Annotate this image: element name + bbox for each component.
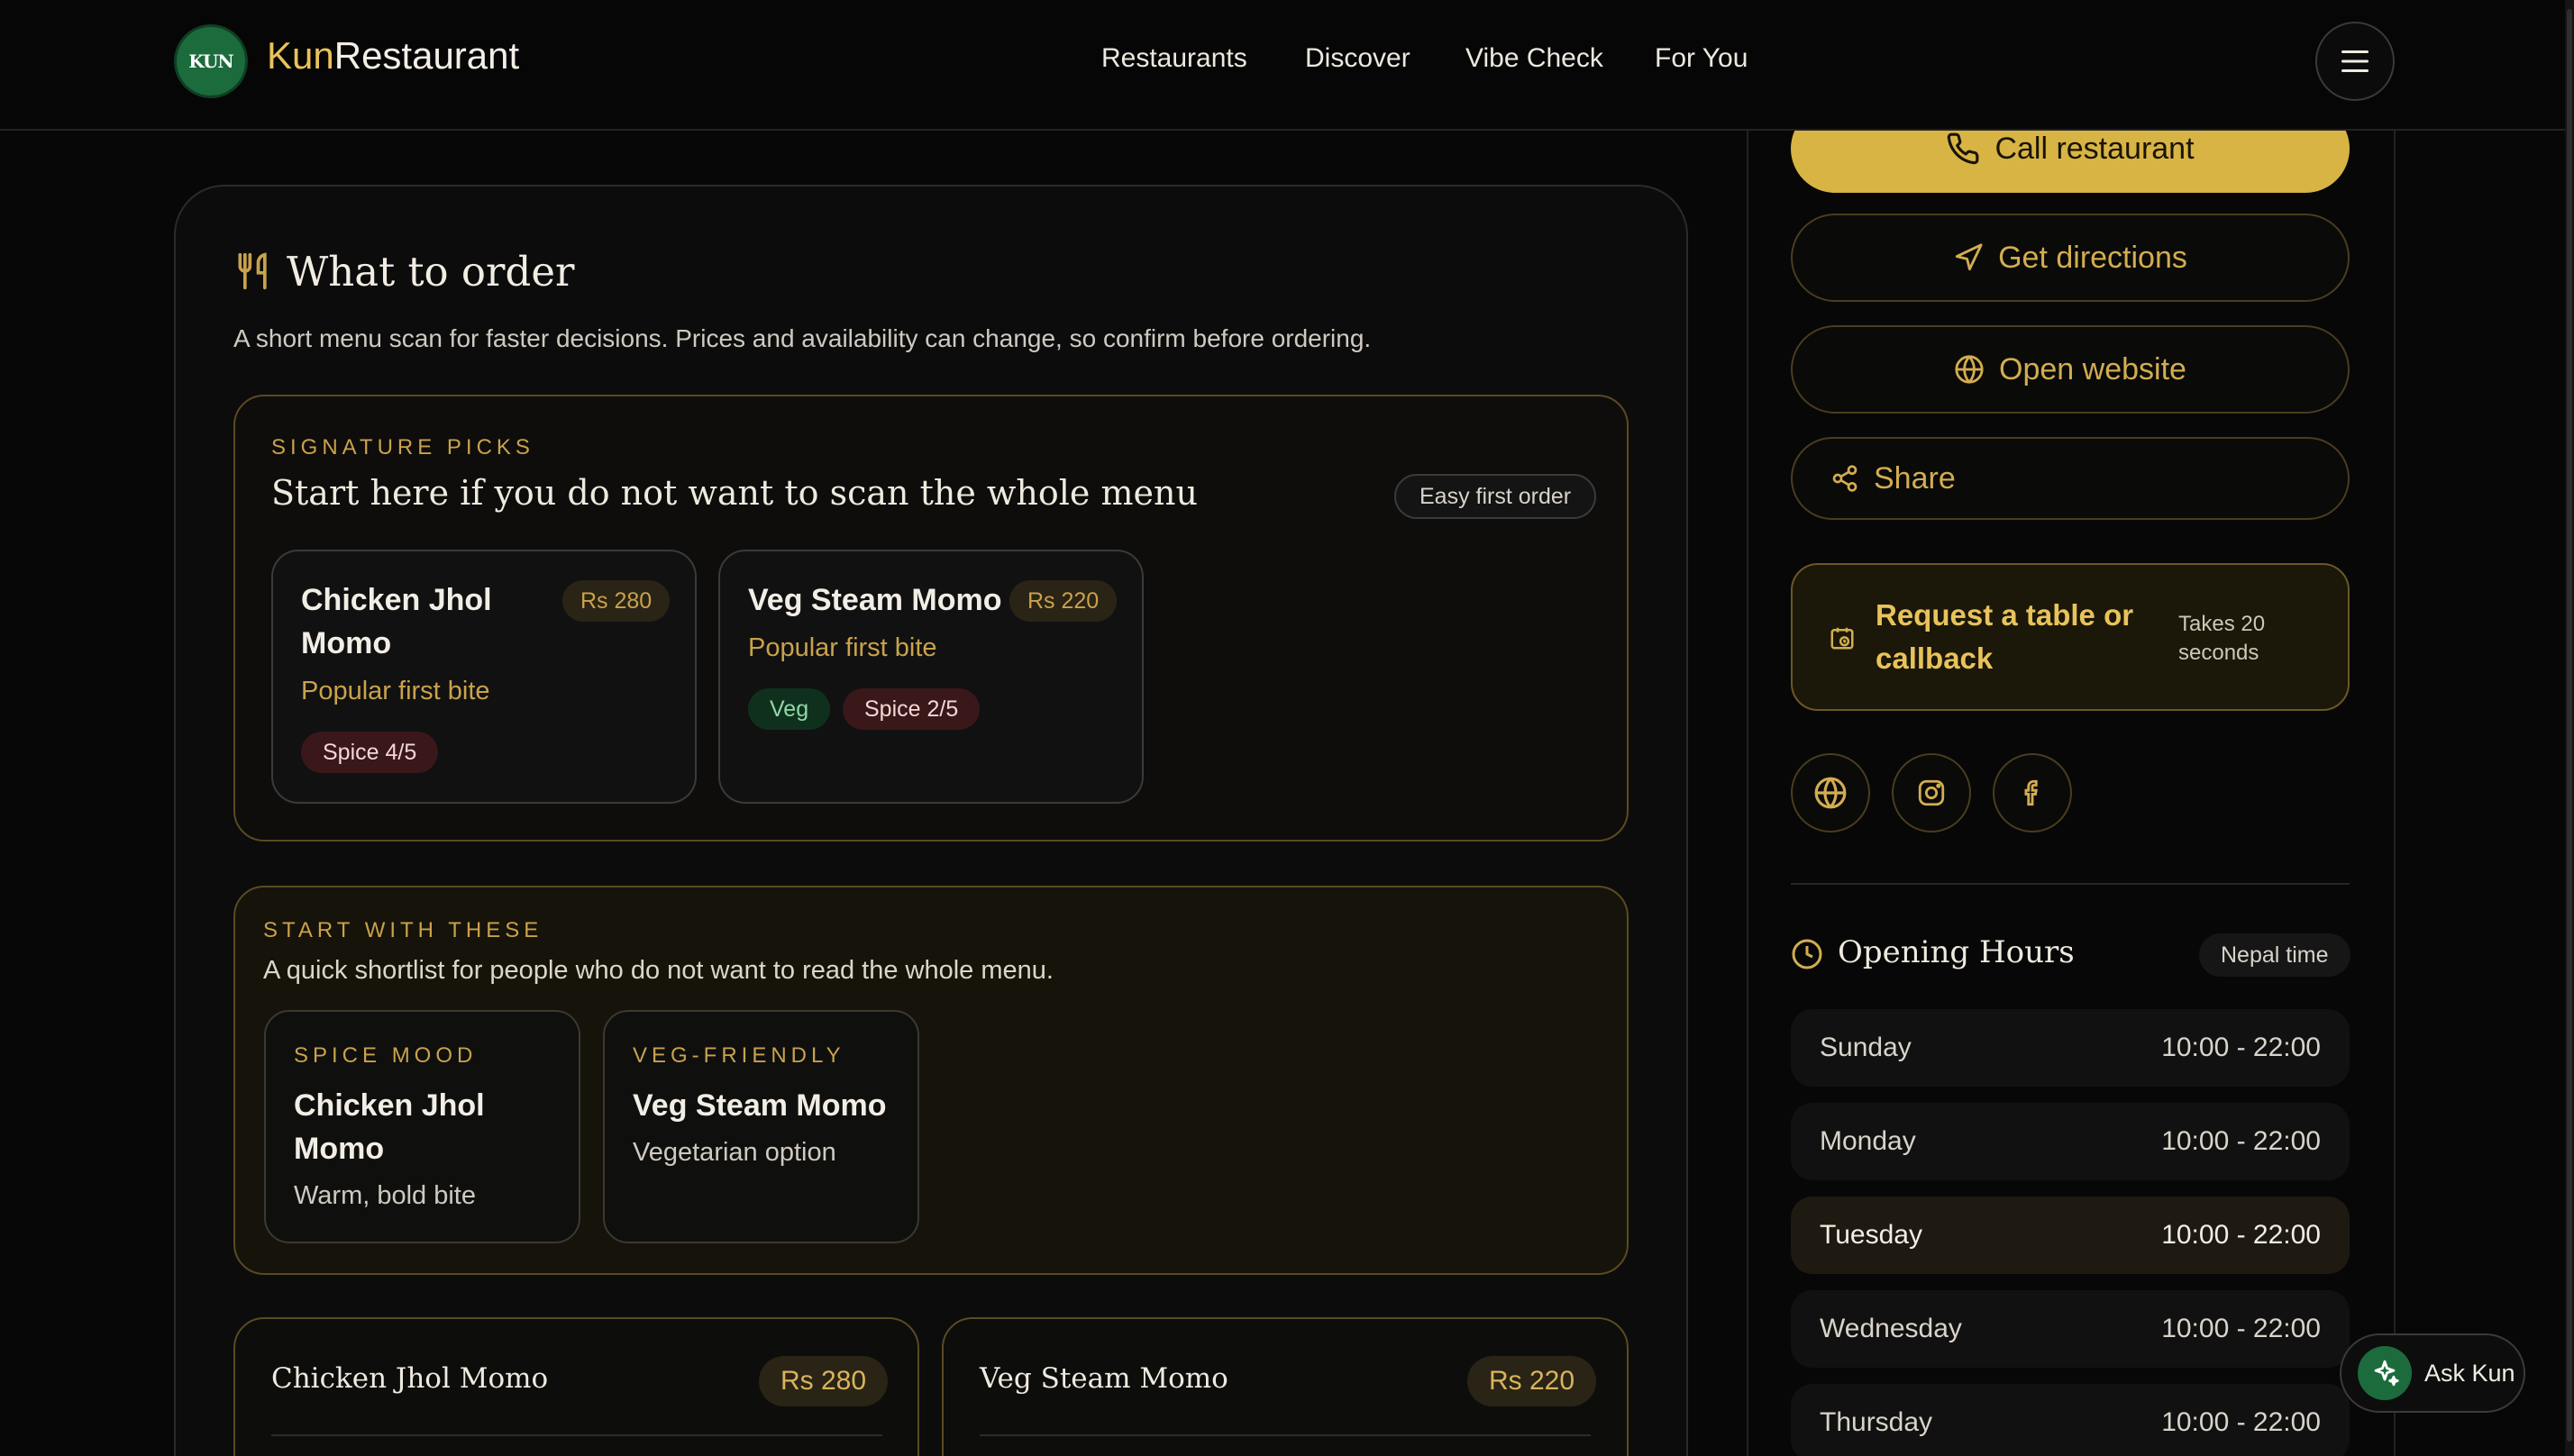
open-website-button[interactable]: Open website	[1791, 325, 2350, 414]
navigation-arrow-icon	[1955, 243, 1983, 271]
dish-name-line2: Momo	[301, 626, 392, 660]
request-title-line1: Request a table or	[1876, 598, 2134, 632]
request-note-line1: Takes 20	[2178, 612, 2266, 636]
nav-vibe-check[interactable]: Vibe Check	[1465, 43, 1603, 74]
header-overlay	[1747, 0, 2396, 131]
hours-day: Tuesday	[1820, 1220, 1922, 1250]
shortlist-subtitle: Vegetarian option	[633, 1138, 836, 1167]
shortlist-eyebrow: VEG-FRIENDLY	[633, 1043, 845, 1068]
open-website-label: Open website	[1999, 351, 2186, 387]
dish-name: Chicken Jhol Momo	[301, 578, 492, 665]
hours-time: 10:00 - 22:00	[2161, 1126, 2321, 1156]
dish-price: Rs 220	[1009, 580, 1118, 622]
shortlist-eyebrow: SPICE MOOD	[294, 1043, 478, 1068]
opening-hours-title: Opening Hours	[1838, 934, 2075, 970]
hours-row-today: Tuesday 10:00 - 22:00	[1791, 1197, 2350, 1274]
signature-eyebrow: SIGNATURE PICKS	[271, 435, 534, 460]
hours-row: Sunday 10:00 - 22:00	[1791, 1009, 2350, 1087]
request-title: Request a table or callback	[1876, 594, 2133, 680]
dish-price: Rs 280	[562, 580, 671, 622]
hamburger-icon	[2341, 50, 2369, 72]
menu-item-name: Veg Steam Momo	[980, 1362, 1228, 1395]
start-eyebrow: START WITH THESE	[263, 918, 543, 942]
social-instagram-button[interactable]	[1892, 753, 1971, 833]
hours-time: 10:00 - 22:00	[2161, 1220, 2321, 1250]
veg-tag: Veg	[748, 688, 831, 730]
logo-text: KUN	[188, 50, 233, 72]
phone-icon	[1948, 132, 1979, 165]
social-facebook-button[interactable]	[1993, 753, 2072, 833]
globe-icon	[1814, 777, 1847, 809]
social-website-button[interactable]	[1791, 753, 1870, 833]
get-directions-button[interactable]: Get directions	[1791, 214, 2350, 302]
signature-heading: Start here if you do not want to scan th…	[271, 473, 1198, 513]
call-restaurant-label: Call restaurant	[1994, 131, 2195, 166]
get-directions-label: Get directions	[1998, 240, 2187, 275]
facebook-icon	[2024, 779, 2038, 806]
shortlist-name-line1: Chicken Jhol	[294, 1088, 485, 1123]
dish-subtitle: Popular first bite	[748, 633, 937, 662]
spice-tag: Spice 2/5	[843, 688, 981, 730]
ask-kun-label: Ask Kun	[2424, 1359, 2515, 1387]
hours-row: Monday 10:00 - 22:00	[1791, 1103, 2350, 1180]
hours-row: Thursday 10:00 - 22:00	[1791, 1384, 2350, 1456]
menu-button[interactable]	[2315, 22, 2395, 101]
utensils-icon	[238, 252, 267, 290]
shortlist-name-line2: Momo	[294, 1132, 385, 1166]
sparkle-icon	[2358, 1346, 2412, 1400]
hours-time: 10:00 - 22:00	[2161, 1314, 2321, 1343]
request-note-line2: seconds	[2178, 641, 2259, 665]
shortlist-name: Veg Steam Momo	[633, 1088, 887, 1123]
brand-name[interactable]: KunRestaurant	[267, 34, 519, 77]
nav-restaurants[interactable]: Restaurants	[1101, 43, 1247, 74]
nav-discover[interactable]: Discover	[1305, 43, 1410, 74]
spice-tag: Spice 4/5	[301, 732, 439, 773]
timezone-badge: Nepal time	[2199, 933, 2350, 977]
instagram-icon	[1918, 779, 1945, 806]
dish-subtitle: Popular first bite	[301, 677, 490, 705]
hours-time: 10:00 - 22:00	[2161, 1407, 2321, 1437]
menu-item-price: Rs 220	[1467, 1356, 1597, 1406]
hours-day: Wednesday	[1820, 1314, 1962, 1343]
brand-prefix: Kun	[267, 34, 334, 77]
scrollbar-thumb[interactable]	[2567, 9, 2572, 1442]
logo-badge[interactable]: KUN	[174, 24, 248, 98]
calendar-clock-icon	[1830, 627, 1854, 650]
hours-day: Sunday	[1820, 1033, 1912, 1062]
menu-item-divider	[271, 1434, 882, 1436]
easy-first-order-badge: Easy first order	[1394, 474, 1597, 519]
share-label: Share	[1874, 460, 1956, 496]
menu-item-price: Rs 280	[759, 1356, 889, 1406]
dish-name: Veg Steam Momo	[748, 583, 1002, 617]
share-icon	[1832, 465, 1857, 492]
hours-time: 10:00 - 22:00	[2161, 1033, 2321, 1062]
request-note: Takes 20 seconds	[2178, 610, 2265, 668]
share-button[interactable]: Share	[1791, 437, 2350, 520]
ask-kun-button[interactable]: Ask Kun	[2340, 1333, 2525, 1413]
dish-name-line1: Chicken Jhol	[301, 583, 492, 617]
nav-for-you[interactable]: For You	[1655, 43, 1748, 74]
brand-suffix: Restaurant	[333, 34, 520, 77]
menu-item-name: Chicken Jhol Momo	[271, 1362, 549, 1395]
request-table-button[interactable]: Request a table or callback Takes 20 sec…	[1791, 563, 2350, 711]
request-title-line2: callback	[1876, 642, 1994, 675]
clock-icon	[1792, 939, 1822, 969]
shortlist-name: Chicken Jhol Momo	[294, 1084, 485, 1170]
hours-row: Wednesday 10:00 - 22:00	[1791, 1290, 2350, 1368]
globe-icon	[1955, 355, 1984, 384]
hours-day: Monday	[1820, 1126, 1916, 1156]
what-to-order-description: A short menu scan for faster decisions. …	[233, 324, 1372, 352]
what-to-order-title: What to order	[287, 248, 575, 296]
hours-day: Thursday	[1820, 1407, 1933, 1437]
shortlist-subtitle: Warm, bold bite	[294, 1181, 476, 1210]
sidebar-divider	[1791, 883, 2350, 885]
menu-item-divider	[980, 1434, 1591, 1436]
start-description: A quick shortlist for people who do not …	[263, 956, 1054, 985]
